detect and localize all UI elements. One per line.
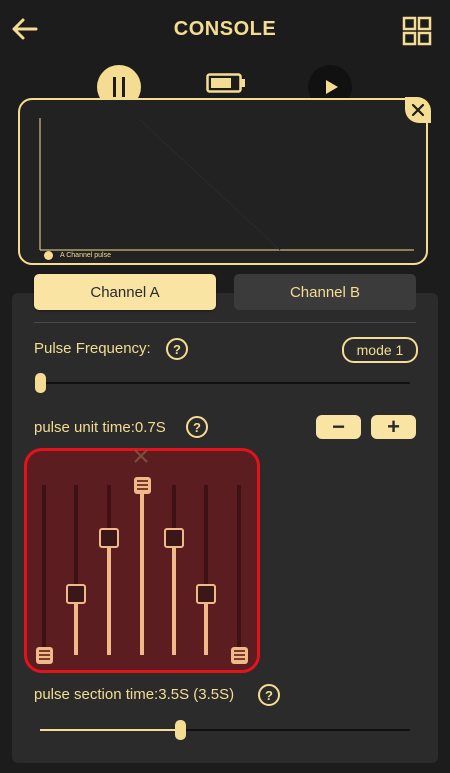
eq-bar-knob[interactable] — [66, 583, 86, 604]
knob-grip-line — [137, 488, 148, 491]
eq-bar-fill — [172, 537, 176, 655]
pulse-frequency-thumb[interactable] — [35, 373, 46, 393]
page-title: CONSOLE — [173, 18, 277, 40]
pulse-frequency-track[interactable] — [40, 382, 410, 384]
divider — [34, 322, 416, 323]
knob-grip-line — [39, 654, 50, 656]
legend-dot — [44, 251, 53, 260]
tab-channel-a[interactable]: Channel A — [34, 274, 216, 310]
increase-button[interactable]: + — [371, 414, 416, 439]
decrease-button[interactable]: − — [316, 414, 361, 439]
knob-grip-line — [234, 654, 245, 656]
close-preview-button[interactable] — [405, 97, 431, 123]
eq-bar-knob[interactable] — [134, 477, 151, 495]
pulse-preview-chart — [18, 98, 428, 265]
knob-grip-line — [137, 480, 148, 483]
knob-grip-line — [234, 658, 245, 660]
pulse-section-time-label: pulse section time:3.5S (3.5S) — [34, 686, 235, 703]
pulse-unit-time-label: pulse unit time:0.7S — [34, 419, 166, 436]
battery-icon — [206, 73, 245, 93]
knob-grip-line — [137, 484, 148, 487]
eq-bar-fill — [107, 537, 111, 655]
eq-bar-knob[interactable] — [231, 647, 248, 664]
eq-bar-fill — [140, 485, 144, 655]
eq-bar-track — [42, 485, 46, 655]
knob-grip-line — [234, 650, 245, 652]
pulse-section-help-icon[interactable]: ? — [258, 684, 280, 706]
grid-icon[interactable] — [402, 16, 432, 46]
pulse-unit-help-icon[interactable]: ? — [186, 416, 208, 438]
x-icon[interactable] — [133, 448, 149, 464]
eq-bar-knob[interactable] — [99, 527, 119, 548]
tab-channel-b[interactable]: Channel B — [234, 274, 416, 310]
knob-grip-line — [39, 658, 50, 660]
eq-bar-knob[interactable] — [36, 647, 53, 664]
pulse-frequency-help-icon[interactable]: ? — [166, 338, 188, 360]
pulse-section-thumb[interactable] — [174, 720, 186, 740]
eq-bar-track — [237, 485, 241, 655]
legend-label: A Channel pulse — [60, 252, 111, 259]
pulse-section-fill — [40, 729, 180, 731]
knob-grip-line — [39, 650, 50, 652]
mode-button[interactable]: mode 1 — [342, 337, 418, 363]
preview-axes — [39, 118, 414, 251]
eq-bar-knob[interactable] — [196, 583, 216, 604]
close-icon — [411, 103, 425, 117]
pulse-frequency-label: Pulse Frequency: — [34, 340, 151, 357]
eq-bar-knob[interactable] — [164, 527, 184, 548]
